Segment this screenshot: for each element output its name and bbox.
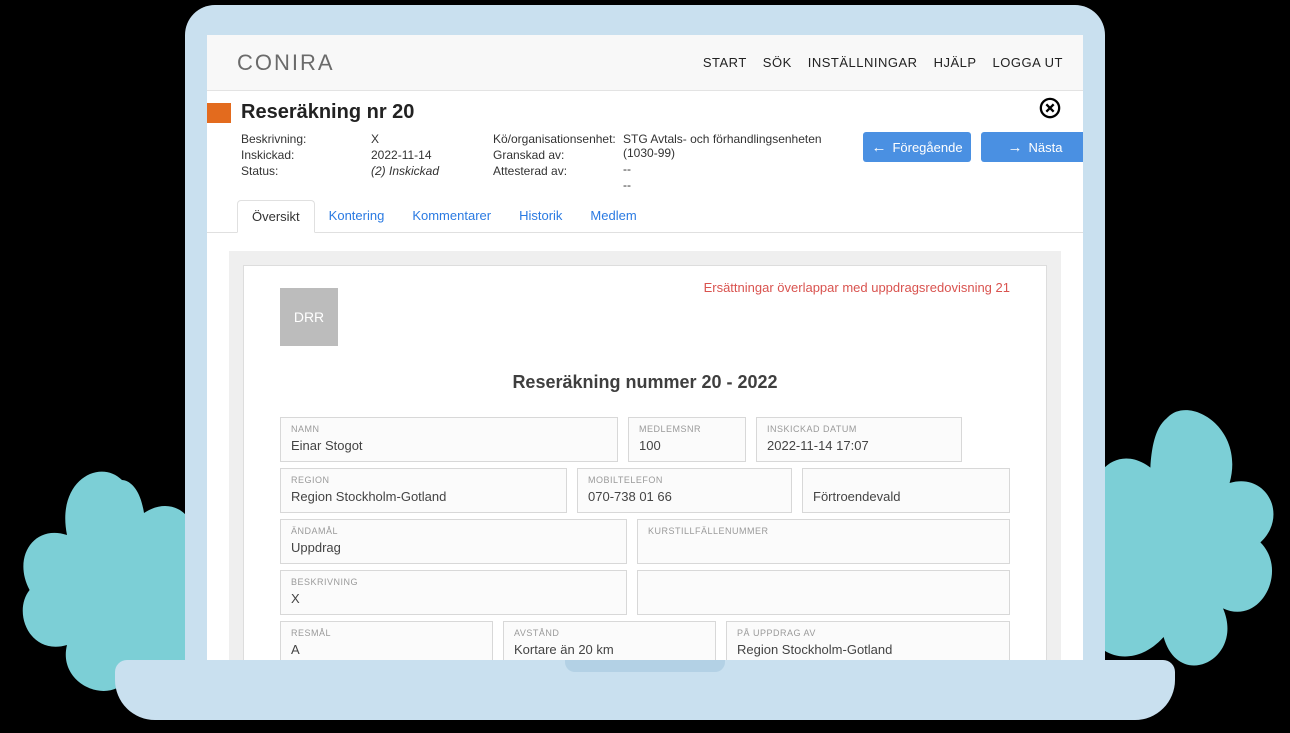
field-phone: MOBILTELEFON 070-738 01 66: [577, 468, 792, 513]
nav-search[interactable]: SÖK: [763, 55, 792, 70]
tab-overview[interactable]: Översikt: [237, 200, 315, 233]
meta-desc-label: Beskrivning:: [241, 132, 371, 146]
close-icon[interactable]: [1039, 97, 1061, 124]
meta-reviewed-value: --: [623, 162, 843, 176]
laptop-notch: [565, 660, 725, 672]
tab-bar: Översikt Kontering Kommentarer Historik …: [207, 200, 1083, 233]
field-purpose: ÄNDAMÅL Uppdrag: [280, 519, 627, 564]
tab-accounting[interactable]: Kontering: [315, 200, 399, 232]
top-bar: CONIRA START SÖK INSTÄLLNINGAR HJÄLP LOG…: [207, 35, 1083, 91]
field-destination: RESMÅL A: [280, 621, 493, 660]
nav-help[interactable]: HJÄLP: [934, 55, 977, 70]
field-sentdate: INSKICKAD DATUM 2022-11-14 17:07: [756, 417, 962, 462]
page-title: Reseräkning nr 20: [241, 101, 1083, 124]
page-header: Reseräkning nr 20 Beskrivning: Inskickad…: [207, 91, 1083, 200]
laptop-mockup: CONIRA START SÖK INSTÄLLNINGAR HJÄLP LOG…: [115, 0, 1175, 733]
meta-attested-value: --: [623, 178, 843, 192]
brand-logo: CONIRA: [237, 50, 335, 76]
field-region: REGION Region Stockholm-Gotland: [280, 468, 567, 513]
tab-history[interactable]: Historik: [505, 200, 576, 232]
arrow-left-icon: ←: [871, 139, 886, 156]
next-button[interactable]: → Nästa: [981, 132, 1083, 162]
top-nav: START SÖK INSTÄLLNINGAR HJÄLP LOGGA UT: [703, 55, 1063, 70]
nav-start[interactable]: START: [703, 55, 747, 70]
meta-status-value: (2) Inskickad: [371, 164, 493, 178]
field-behalf: PÅ UPPDRAG AV Region Stockholm-Gotland: [726, 621, 1010, 660]
meta-reviewed-label: Granskad av:: [493, 148, 623, 162]
report-paper: DRR Ersättningar överlappar med uppdrags…: [243, 265, 1047, 660]
field-extra: [637, 570, 1010, 615]
app-screen: CONIRA START SÖK INSTÄLLNINGAR HJÄLP LOG…: [207, 35, 1083, 660]
meta-status-label: Status:: [241, 164, 371, 178]
meta-queue-label: Kö/organisationsenhet:: [493, 132, 623, 146]
prev-button[interactable]: ← Föregående: [863, 132, 971, 162]
meta-attested-label: Attesterad av:: [493, 164, 623, 178]
field-grid: NAMN Einar Stogot MEDLEMSNR 100 INSKICKA…: [280, 417, 1010, 660]
field-role: Förtroendevald: [802, 468, 1010, 513]
arrow-right-icon: →: [1008, 139, 1023, 156]
field-distance: AVSTÅND Kortare än 20 km: [503, 621, 716, 660]
next-button-label: Nästa: [1029, 140, 1063, 155]
field-name: NAMN Einar Stogot: [280, 417, 618, 462]
field-courseno: KURSTILLFÄLLENUMMER: [637, 519, 1010, 564]
nav-logout[interactable]: LOGGA UT: [993, 55, 1063, 70]
tab-member[interactable]: Medlem: [576, 200, 650, 232]
meta-queue-value: STG Avtals- och förhandlingsenheten (103…: [623, 132, 843, 160]
status-color-block: [207, 103, 231, 123]
prev-button-label: Föregående: [892, 140, 962, 155]
report-title: Reseräkning nummer 20 - 2022: [280, 372, 1010, 393]
tab-comments[interactable]: Kommentarer: [398, 200, 505, 232]
field-description: BESKRIVNING X: [280, 570, 627, 615]
meta-sent-value: 2022-11-14: [371, 148, 493, 162]
meta-desc-value: X: [371, 132, 493, 146]
nav-settings[interactable]: INSTÄLLNINGAR: [808, 55, 918, 70]
report-badge: DRR: [280, 288, 338, 346]
field-memberno: MEDLEMSNR 100: [628, 417, 746, 462]
meta-sent-label: Inskickad:: [241, 148, 371, 162]
overlap-warning: Ersättningar överlappar med uppdragsredo…: [704, 280, 1010, 295]
content-area: DRR Ersättningar överlappar med uppdrags…: [229, 251, 1061, 660]
